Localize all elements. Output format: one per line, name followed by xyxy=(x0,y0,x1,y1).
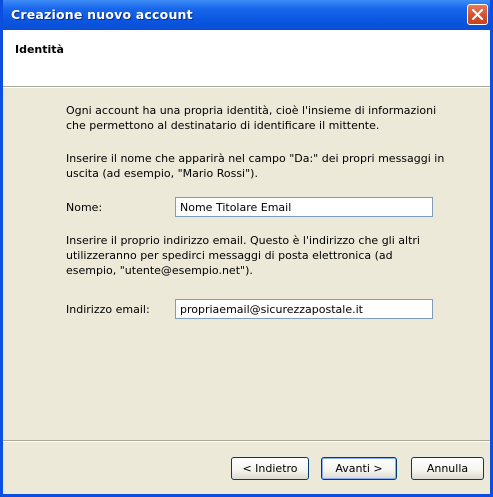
back-button[interactable]: < Indietro xyxy=(231,457,309,480)
close-icon xyxy=(472,9,483,20)
wizard-content: Ogni account ha una propria identità, ci… xyxy=(3,88,490,440)
cancel-button[interactable]: Annulla xyxy=(411,457,484,480)
intro-text: Ogni account ha una propria identità, ci… xyxy=(66,104,437,132)
header-panel: Identità xyxy=(3,30,490,87)
footer-divider xyxy=(3,440,490,442)
window-title: Creazione nuovo account xyxy=(11,7,193,22)
title-bar[interactable]: Creazione nuovo account xyxy=(3,0,490,30)
email-field[interactable] xyxy=(175,299,433,319)
next-button[interactable]: Avanti > xyxy=(321,457,397,480)
close-button[interactable] xyxy=(467,4,488,25)
name-label: Nome: xyxy=(66,201,103,214)
account-wizard-window: Creazione nuovo account Identità Ogni ac… xyxy=(0,0,493,497)
name-instructions: Inserire il nome che apparirà nel campo … xyxy=(66,152,445,180)
email-instructions: Inserire il proprio indirizzo email. Que… xyxy=(66,234,420,277)
name-field[interactable] xyxy=(175,197,433,217)
page-title: Identità xyxy=(15,43,64,56)
email-label: Indirizzo email: xyxy=(66,303,150,316)
